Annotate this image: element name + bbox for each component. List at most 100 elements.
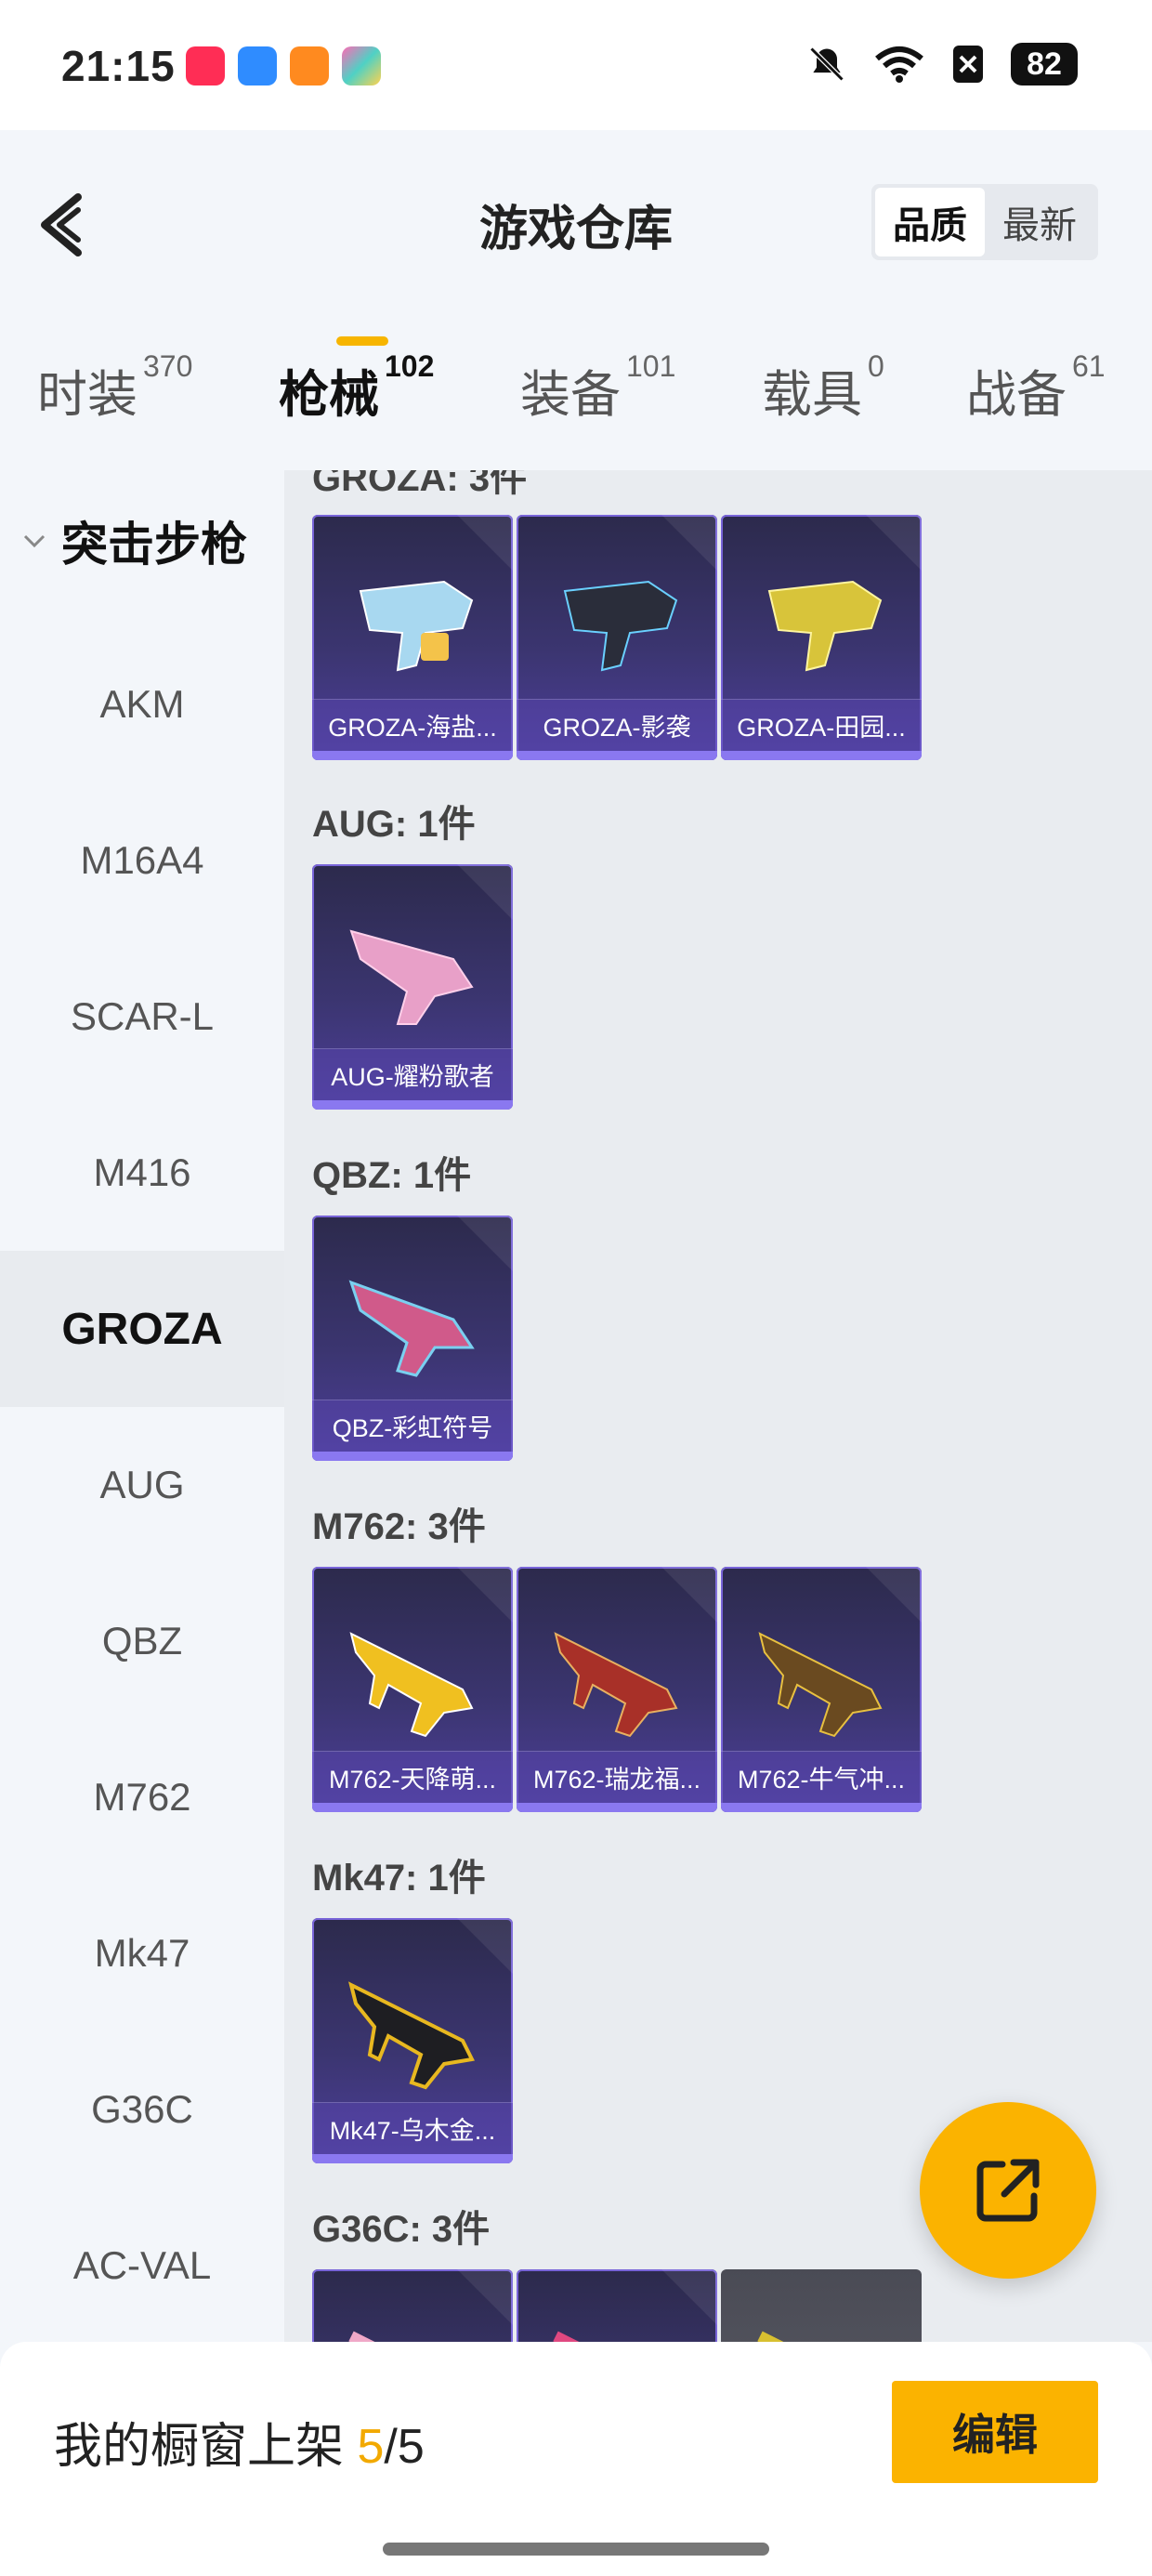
skin-card[interactable] — [721, 2269, 922, 2342]
sidebar-item-scar-l[interactable]: SCAR-L — [0, 939, 284, 1095]
tab-label: 载具 — [762, 367, 862, 423]
tab-count: 61 — [1072, 349, 1106, 383]
tab-count: 102 — [385, 349, 435, 383]
skin-card[interactable]: M762-牛气冲... — [721, 1567, 922, 1812]
sidebar-item-m16a4[interactable]: M16A4 — [0, 782, 284, 939]
active-tab-indicator — [336, 336, 388, 346]
skin-card[interactable]: GROZA-田园... — [721, 515, 922, 760]
skin-card[interactable]: Mk47-乌木金... — [312, 1918, 513, 2163]
sort-quality-button[interactable]: 品质 — [875, 188, 985, 256]
card-rarity-bar — [721, 1803, 922, 1812]
showcase-total: 5 — [397, 2420, 425, 2474]
qbz-skin-image — [348, 1280, 475, 1377]
status-bar: 21:15 82 — [0, 0, 1152, 130]
tab-label: 枪械 — [279, 367, 379, 423]
sidebar-item-m416[interactable]: M416 — [0, 1095, 284, 1251]
tab-label: 装备 — [520, 367, 621, 423]
showcase-status: 我的橱窗上架 5/5 — [54, 2407, 425, 2477]
section-title: QBZ: 1件 — [312, 1155, 472, 1196]
skin-card[interactable] — [517, 2269, 717, 2342]
tab-label: 时装 — [37, 367, 137, 423]
flower-app-icon — [342, 46, 381, 85]
tab-count: 101 — [626, 349, 676, 383]
status-time: 21:15 — [61, 42, 176, 90]
header: 游戏仓库 品质 最新 时装370 枪械102 装备101 载具0 战备61 — [0, 130, 1152, 446]
skin-card-label: GROZA-海盐... — [312, 699, 513, 751]
card-rarity-bar — [312, 751, 513, 760]
showcase-count: 5 — [357, 2420, 385, 2474]
g36c-skin-image — [553, 2331, 580, 2342]
section-title: AUG: 1件 — [312, 804, 476, 845]
tab-count: 370 — [143, 349, 193, 383]
battery-indicator: 82 — [1011, 43, 1078, 85]
cloud-app-icon — [238, 46, 277, 85]
skin-card-label: GROZA-田园... — [721, 699, 922, 751]
sidebar-item-g36c[interactable]: G36C — [0, 2031, 284, 2188]
skin-card-label: QBZ-彩虹符号 — [312, 1400, 513, 1452]
home-app-icon — [290, 46, 329, 85]
skin-card[interactable]: GROZA-海盐... — [312, 515, 513, 760]
sidebar-item-mk47[interactable]: Mk47 — [0, 1875, 284, 2031]
card-rarity-bar — [312, 1452, 513, 1461]
card-rarity-bar — [312, 1100, 513, 1110]
card-rarity-bar — [517, 751, 717, 760]
g36c-skin-image — [348, 2331, 375, 2342]
tab-equipment[interactable]: 装备101 — [520, 349, 675, 446]
skin-card[interactable]: M762-瑞龙福... — [517, 1567, 717, 1812]
groza-skin-image — [563, 580, 678, 672]
m762-skin-image — [349, 1632, 474, 1738]
sidebar-item-m762[interactable]: M762 — [0, 1719, 284, 1875]
card-rarity-bar — [312, 1803, 513, 1812]
status-app-icons — [186, 46, 381, 85]
aug-skin-image — [349, 929, 474, 1025]
tab-guns[interactable]: 枪械102 — [279, 349, 434, 446]
edit-button[interactable]: 编辑 — [892, 2381, 1098, 2483]
sort-toggle: 品质 最新 — [871, 184, 1098, 260]
bell-off-icon — [809, 46, 844, 82]
sim-off-icon — [953, 46, 983, 83]
section-title: M762: 3件 — [312, 1506, 486, 1547]
skin-card-label: M762-瑞龙福... — [517, 1751, 717, 1803]
skin-card[interactable]: GROZA-影袭 — [517, 515, 717, 760]
sidebar-group-assault-rifles[interactable]: 突击步枪 — [20, 507, 247, 574]
skin-card[interactable]: M762-天降萌... — [312, 1567, 513, 1812]
tab-vehicles[interactable]: 载具0 — [762, 349, 884, 446]
skin-card-label: Mk47-乌木金... — [312, 2102, 513, 2154]
card-rarity-bar — [312, 2154, 513, 2163]
skin-card[interactable]: AUG-耀粉歌者 — [312, 864, 513, 1110]
sidebar-item-aug[interactable]: AUG — [0, 1407, 284, 1563]
weapon-type-sidebar: 突击步枪 AKM M16A4 SCAR-L M416 GROZA AUG QBZ… — [0, 470, 284, 2342]
status-system-icons: 82 — [806, 43, 1078, 85]
music-app-icon — [186, 46, 225, 85]
g36c-skin-image — [757, 2331, 784, 2342]
category-tabs: 时装370 枪械102 装备101 载具0 战备61 — [0, 349, 1152, 446]
m762-skin-image — [554, 1632, 678, 1738]
chevron-down-icon — [23, 534, 46, 548]
sidebar-item-ac-val[interactable]: AC-VAL — [0, 2188, 284, 2342]
card-rarity-bar — [517, 1803, 717, 1812]
sort-newest-button[interactable]: 最新 — [985, 188, 1094, 256]
skin-card-label: M762-牛气冲... — [721, 1751, 922, 1803]
tab-fashion[interactable]: 时装370 — [37, 349, 192, 446]
card-rarity-bar — [721, 751, 922, 760]
showcase-label: 我的橱窗上架 — [54, 2420, 345, 2474]
sidebar-item-groza[interactable]: GROZA — [0, 1251, 284, 1407]
sidebar-group-label: 突击步枪 — [61, 519, 247, 571]
sidebar-item-akm[interactable]: AKM — [0, 626, 284, 782]
skin-card-label: M762-天降萌... — [312, 1751, 513, 1803]
showcase-separator: / — [384, 2420, 398, 2474]
weapon-skin-list: GROZA: 3件 GROZA-海盐... GROZA-影袭 GROZA-田园.… — [284, 470, 1152, 2342]
m762-skin-image — [758, 1632, 883, 1738]
skin-card[interactable] — [312, 2269, 513, 2342]
section-title: GROZA: 3件 — [312, 470, 528, 499]
sidebar-item-qbz[interactable]: QBZ — [0, 1563, 284, 1719]
wifi-icon — [875, 46, 923, 83]
section-title: G36C: 3件 — [312, 2209, 491, 2250]
home-indicator[interactable] — [383, 2543, 769, 2556]
tab-battle-gear[interactable]: 战备61 — [966, 349, 1106, 446]
share-button[interactable] — [920, 2102, 1096, 2279]
mk47-skin-image — [348, 1981, 475, 2090]
skin-card[interactable]: QBZ-彩虹符号 — [312, 1216, 513, 1461]
groza-skin-image — [767, 580, 883, 672]
tab-count: 0 — [868, 349, 884, 383]
